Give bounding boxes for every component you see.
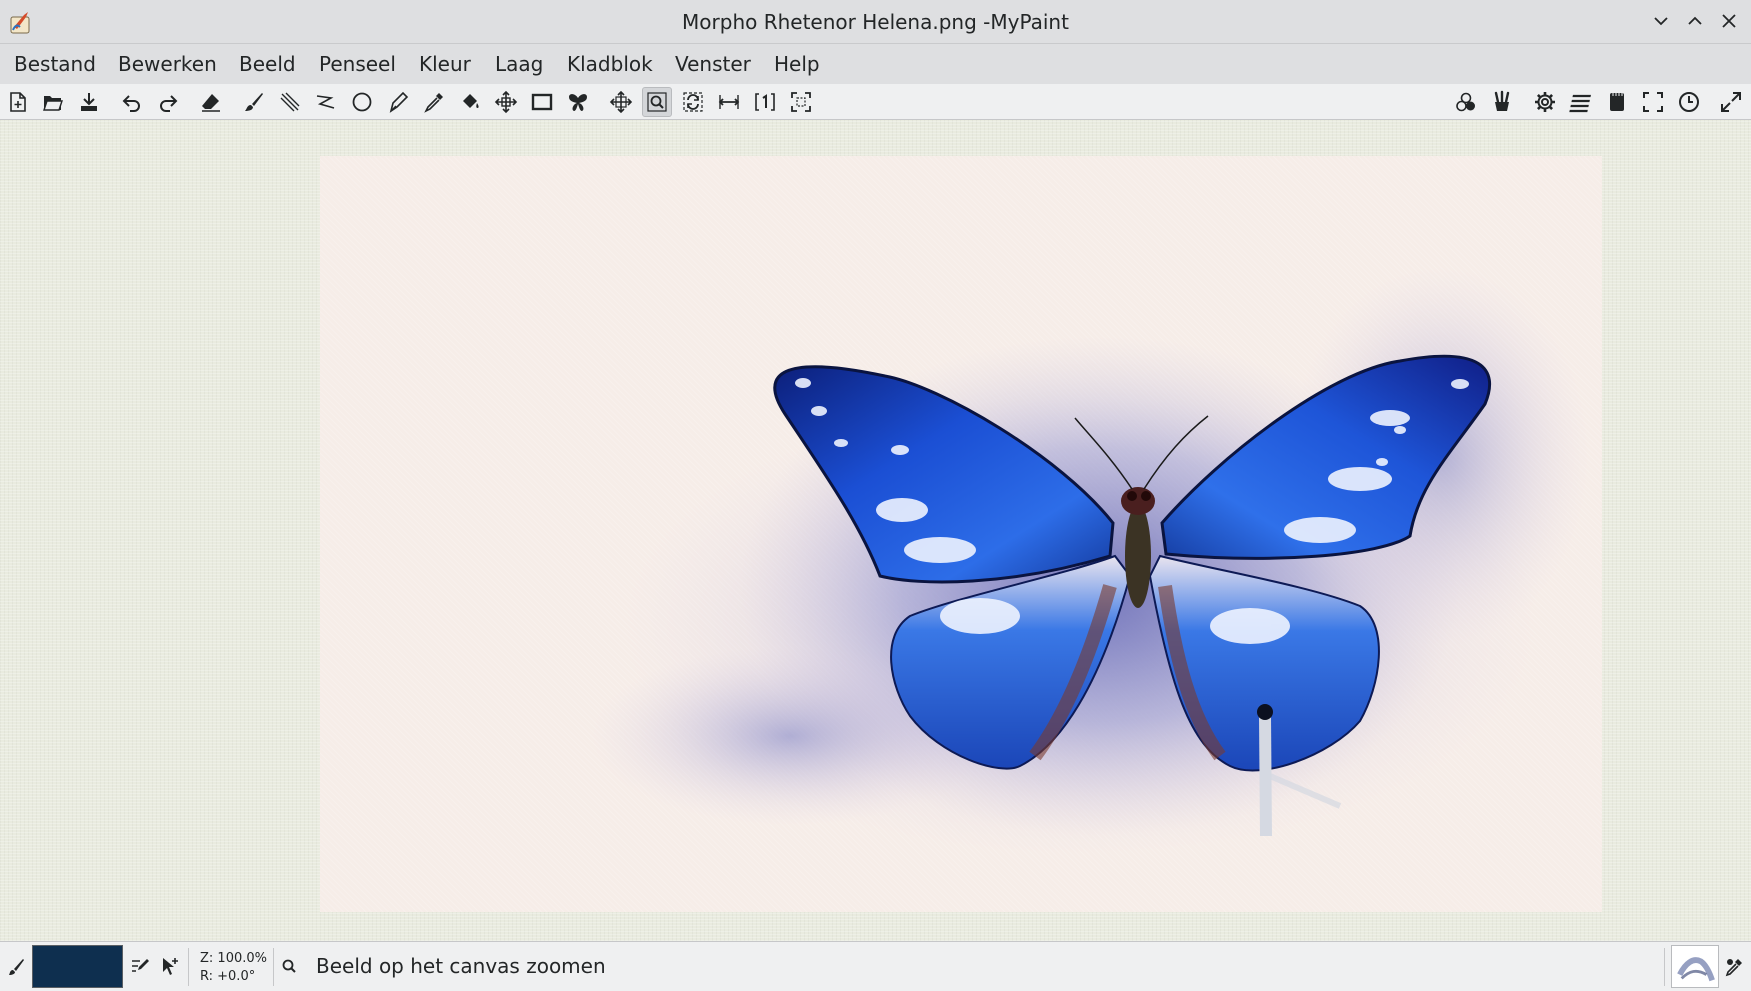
inking-pen-icon[interactable] <box>383 87 413 117</box>
brush-preview-icon[interactable] <box>1671 945 1719 988</box>
menu-help[interactable]: Help <box>774 52 820 76</box>
color-wheel-icon[interactable] <box>1451 87 1481 117</box>
zoom-level: Z: 100.0% <box>200 951 267 966</box>
main-toolbar <box>0 84 1751 120</box>
pick-layer-icon[interactable] <box>159 955 181 977</box>
zoom-tool-icon <box>279 956 301 978</box>
symmetry-butterfly-icon[interactable] <box>563 87 593 117</box>
current-color-swatch[interactable] <box>32 945 123 988</box>
menu-bewerken[interactable]: Bewerken <box>118 52 217 76</box>
close-icon[interactable] <box>1718 10 1740 32</box>
move-layer-icon[interactable] <box>491 87 521 117</box>
undo-icon[interactable] <box>117 87 147 117</box>
pan-view-icon[interactable] <box>606 87 636 117</box>
maximize-icon[interactable] <box>1684 10 1706 32</box>
menu-beeld[interactable]: Beeld <box>239 52 296 76</box>
status-bar: Z: 100.0% R: +0.0° Beeld op het canvas z… <box>0 941 1751 991</box>
color-sampler-icon[interactable] <box>1723 956 1745 978</box>
menu-kleur[interactable]: Kleur <box>419 52 471 76</box>
frame-icon[interactable] <box>527 87 557 117</box>
history-clock-icon[interactable] <box>1674 87 1704 117</box>
status-separator <box>273 948 274 986</box>
freehand-brush-icon[interactable] <box>239 87 269 117</box>
status-message: Beeld op het canvas zoomen <box>316 954 606 978</box>
mirror-view-icon[interactable] <box>714 87 744 117</box>
fit-view-icon[interactable] <box>786 87 816 117</box>
rotate-view-icon[interactable] <box>678 87 708 117</box>
redo-icon[interactable] <box>153 87 183 117</box>
scratchpad-icon[interactable] <box>1602 87 1632 117</box>
new-document-icon[interactable] <box>3 87 33 117</box>
menu-venster[interactable]: Venster <box>675 52 751 76</box>
menu-penseel[interactable]: Penseel <box>319 52 396 76</box>
status-separator <box>188 948 189 986</box>
save-file-icon[interactable] <box>74 87 104 117</box>
eraser-icon[interactable] <box>196 87 226 117</box>
zoom-view-icon[interactable] <box>642 87 672 117</box>
ink-lines-icon[interactable] <box>275 87 305 117</box>
window-title: Morpho Rhetenor Helena.png -MyPaint <box>682 10 1069 34</box>
reset-zoom-icon[interactable] <box>750 87 780 117</box>
brush-palette-icon[interactable] <box>1487 87 1517 117</box>
paper-layer <box>320 156 1602 912</box>
minimize-icon[interactable] <box>1650 10 1672 32</box>
menu-bestand[interactable]: Bestand <box>14 52 96 76</box>
drawing-canvas[interactable] <box>0 120 1751 941</box>
status-separator <box>1664 948 1665 986</box>
ellipse-icon[interactable] <box>347 87 377 117</box>
butterfly-artwork <box>590 266 1590 856</box>
edit-brush-icon[interactable] <box>129 955 151 977</box>
menu-bar: Bestand Bewerken Beeld Penseel Kleur Laa… <box>0 44 1751 84</box>
view-readout: Z: 100.0% R: +0.0° <box>200 950 267 986</box>
fill-bucket-icon[interactable] <box>455 87 485 117</box>
preferences-gear-icon[interactable] <box>1530 87 1560 117</box>
title-bar: Morpho Rhetenor Helena.png -MyPaint <box>0 0 1751 44</box>
brush-indicator-icon[interactable] <box>6 956 28 978</box>
menu-kladblok[interactable]: Kladblok <box>567 52 653 76</box>
fullscreen-icon[interactable] <box>1638 87 1668 117</box>
layers-icon[interactable] <box>1566 87 1596 117</box>
open-file-icon[interactable] <box>38 87 68 117</box>
expand-icon[interactable] <box>1716 87 1746 117</box>
connected-lines-icon[interactable] <box>311 87 341 117</box>
color-picker-icon[interactable] <box>419 87 449 117</box>
menu-laag[interactable]: Laag <box>495 52 543 76</box>
rotation-level: R: +0.0° <box>200 969 256 984</box>
